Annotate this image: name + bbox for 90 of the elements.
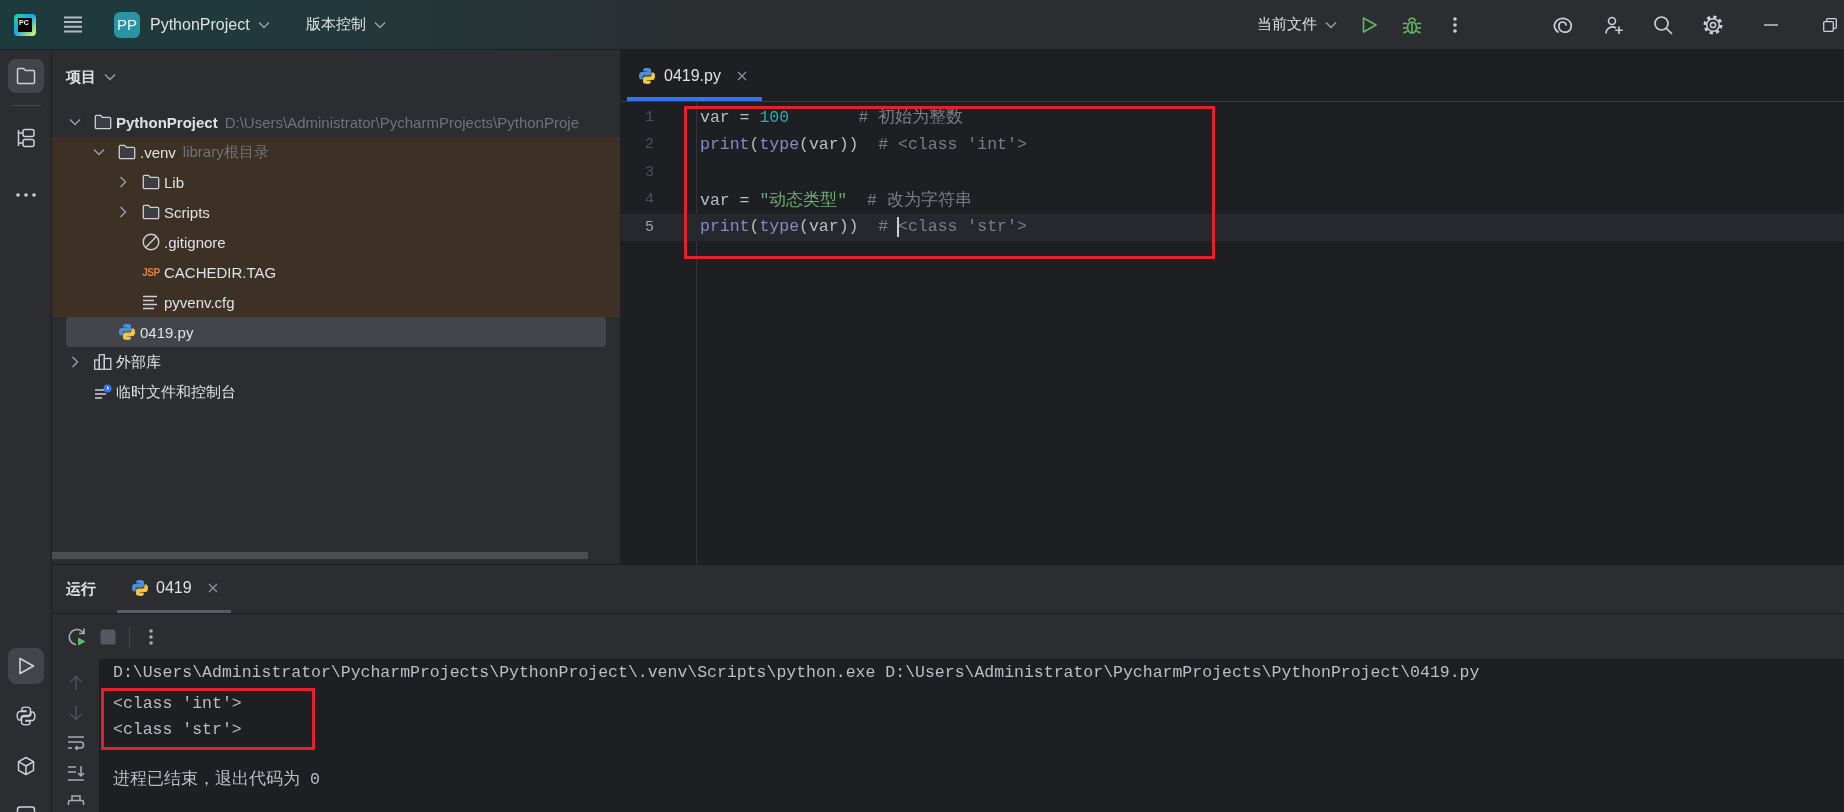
python-icon	[15, 706, 36, 726]
folder-icon	[94, 114, 112, 130]
more-icon	[15, 193, 36, 197]
settings-icon[interactable]	[1703, 14, 1723, 35]
chevron-right-icon[interactable]	[119, 176, 127, 188]
tool-window-button[interactable]	[7, 648, 44, 684]
tree-item[interactable]: PythonProject D:\Users\Administrator\PycharmProjects\PythonProje	[66, 107, 620, 137]
chevron-right-icon[interactable]	[119, 206, 127, 218]
project-selector[interactable]: PP PythonProject	[114, 11, 270, 38]
more-icon[interactable]	[149, 628, 153, 645]
project-badge: PP	[114, 11, 140, 38]
tab-label: 0419	[156, 578, 192, 597]
tool-window-button[interactable]	[15, 756, 36, 776]
menu-icon[interactable]	[63, 16, 83, 33]
item-label: Scripts	[164, 203, 210, 221]
tree-item[interactable]: Scripts	[66, 197, 620, 227]
project-view-menu[interactable]: 项目	[66, 67, 116, 87]
scroll-to-end-icon[interactable]	[66, 765, 85, 781]
item-label: pyvenv.cfg	[164, 293, 235, 311]
chevron-icon	[257, 20, 270, 29]
folder-icon	[142, 174, 160, 190]
tree-item[interactable]: 0419.py	[66, 317, 606, 347]
tree-item[interactable]: .venv library根目录	[66, 137, 620, 167]
tool-window-button[interactable]	[15, 706, 36, 726]
chevron-icon	[1325, 20, 1337, 29]
vcs-menu[interactable]: 版本控制	[305, 15, 386, 34]
file-type-label: JSP	[142, 266, 160, 278]
cube-icon	[15, 756, 36, 776]
search-icon[interactable]	[1653, 14, 1673, 35]
path-hint: D:\Users\Administrator\PycharmProjects\PythonProje	[224, 113, 579, 131]
structure-icon	[15, 128, 36, 148]
tree-item[interactable]: .gitignore	[66, 227, 620, 257]
console-line: <class 'str'>	[113, 719, 243, 741]
tree-item[interactable]: JSP CACHEDIR.TAG	[66, 257, 620, 287]
tree-item[interactable]: 临时文件和控制台	[66, 377, 620, 407]
item-label: 临时文件和控制台	[116, 382, 236, 402]
console-line: <class 'int'>	[113, 693, 243, 715]
console-line: D:\Users\Administrator\PycharmProjects\PythonProject\.venv\Scripts\python.exe D:\Users\Administrator\PycharmProjects\PythonProject\0419.py	[113, 662, 1481, 684]
close-icon[interactable]	[207, 582, 218, 593]
tool-window-button[interactable]	[15, 128, 36, 148]
code-line: print(type(var)) # <class 'str'>	[699, 217, 1027, 238]
chevron-icon	[373, 20, 386, 29]
add-user-icon[interactable]	[1604, 14, 1624, 35]
item-label: CACHEDIR.TAG	[164, 263, 277, 281]
restore-icon[interactable]	[1823, 17, 1837, 32]
tab-label: 0419.py	[664, 66, 721, 85]
more-icon[interactable]	[1453, 16, 1457, 33]
tool-window-button[interactable]	[15, 193, 36, 197]
chevron-icon	[104, 73, 116, 81]
panel-title: 运行	[66, 579, 96, 599]
tree-item[interactable]: Lib	[66, 167, 620, 197]
python-file-icon	[638, 66, 656, 85]
tree-item[interactable]: 外部库	[66, 347, 620, 377]
no-entry-icon	[142, 233, 160, 251]
minimize-icon[interactable]	[1764, 23, 1778, 26]
item-label: 0419.py	[140, 323, 194, 341]
folder-icon	[142, 204, 160, 220]
item-label: .gitignore	[164, 233, 226, 251]
chevron-right-icon[interactable]	[71, 356, 79, 368]
tool-window-button[interactable]	[15, 806, 36, 812]
folder-icon	[118, 144, 136, 160]
code-line: var = "动态类型" # 改为字符串	[699, 189, 972, 211]
python-file-icon	[131, 578, 149, 597]
exit-message: 进程已结束，退出代码为 0	[113, 769, 321, 791]
printer-icon[interactable]	[66, 795, 85, 805]
code-line: print(type(var)) # <class 'int'>	[699, 135, 1027, 155]
tree-item[interactable]: pyvenv.cfg	[66, 287, 620, 317]
chevron-down-icon[interactable]	[93, 148, 105, 156]
tool-window-button[interactable]	[7, 59, 44, 93]
scratch-list-icon	[94, 383, 112, 401]
horizontal-scrollbar[interactable]	[52, 552, 588, 559]
run-icon[interactable]	[1360, 15, 1378, 34]
path-hint: library根目录	[182, 142, 269, 162]
item-label: PythonProject	[116, 113, 218, 131]
item-label: .venv	[140, 143, 176, 161]
python-file-icon	[118, 323, 136, 341]
folder-icon	[15, 67, 36, 85]
code-line: var = 100 # 初始为整数	[699, 107, 964, 129]
text-file-icon	[142, 294, 160, 310]
close-icon[interactable]	[736, 70, 747, 81]
item-label: Lib	[164, 173, 185, 191]
item-label: 外部库	[116, 352, 161, 372]
chevron-down-icon[interactable]	[69, 118, 81, 126]
spiral-icon[interactable]	[1552, 14, 1574, 35]
soft-wrap-icon[interactable]	[66, 735, 85, 751]
rerun-icon[interactable]	[67, 626, 87, 647]
library-icon	[94, 354, 112, 370]
run-tab[interactable]: 0419	[117, 565, 231, 613]
line-number: 5	[644, 218, 655, 236]
run-configuration-menu[interactable]: 当前文件	[1257, 15, 1337, 34]
